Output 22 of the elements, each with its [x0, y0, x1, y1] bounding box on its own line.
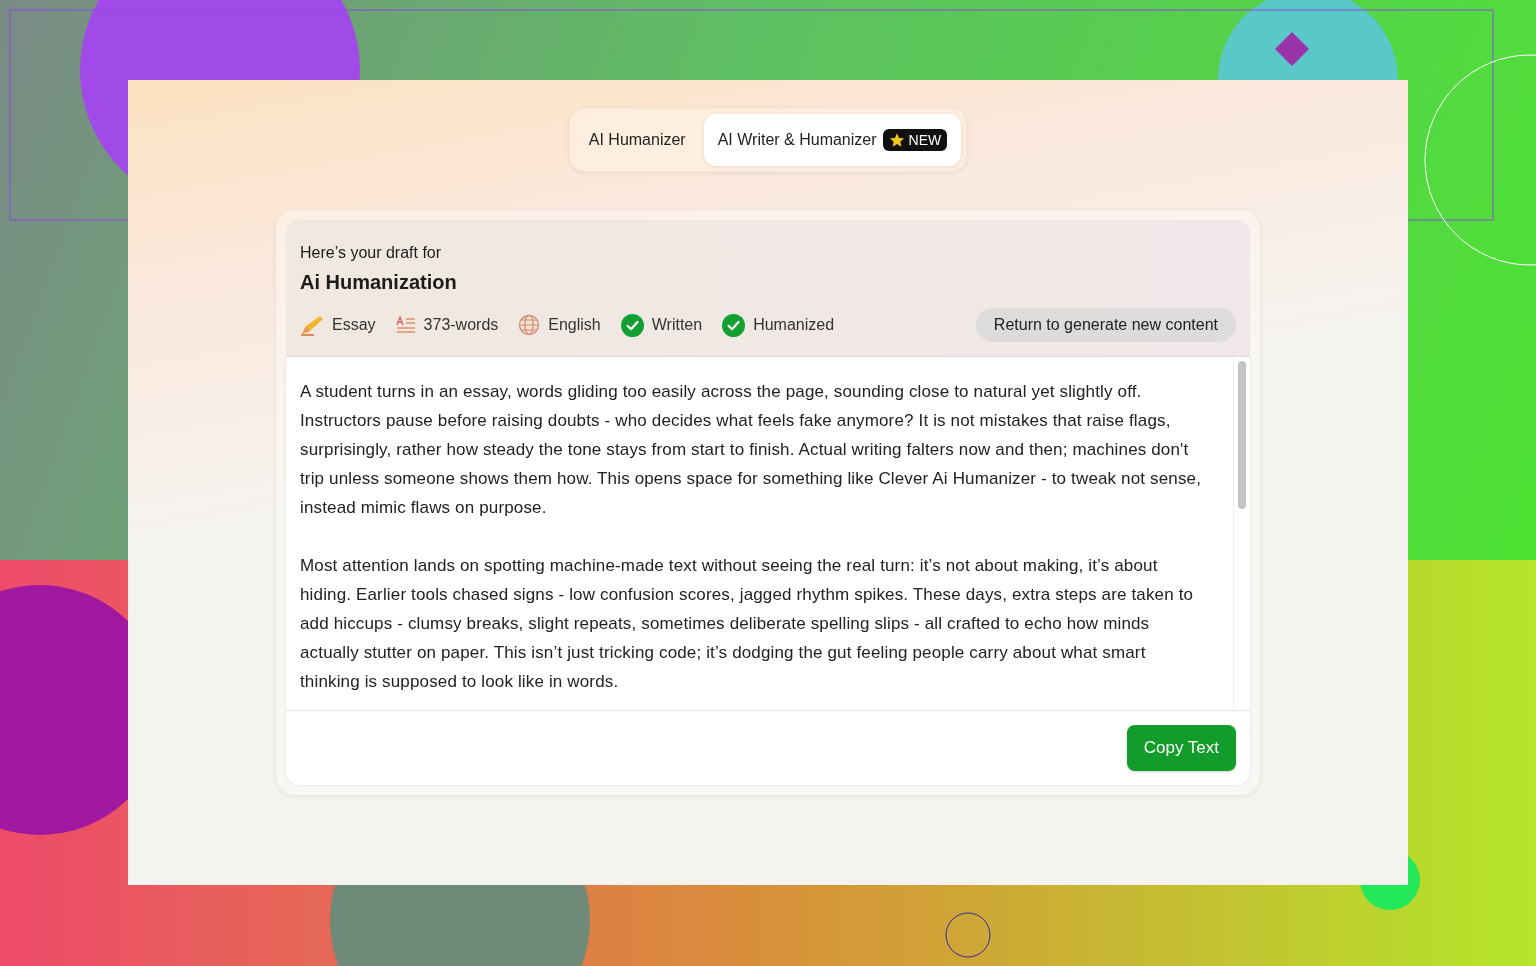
- ring-decoration: [945, 912, 991, 958]
- meta-label: Written: [651, 316, 703, 334]
- meta-label: English: [548, 316, 601, 334]
- return-button[interactable]: Return to generate new content: [975, 308, 1236, 342]
- meta-label: Humanized: [753, 316, 835, 334]
- meta-label: 373-words: [423, 316, 499, 334]
- checkmark-icon: [722, 313, 746, 337]
- pencil-icon: [300, 314, 324, 336]
- meta-label: Essay: [332, 316, 376, 334]
- paragraph: Most attention lands on spotting machine-made text without seeing the real turn: it’s not about making, it’s about hiding. Earlier tools chased signs - low confusion scores, jagged rhythm spikes. These days, extra steps are taken to add hiccups - clumsy breaks, slight repeats, sometimes deliberate spelling slips - all crafted to echo how minds actually stutter on paper. This isn’t just tricking code; it’s dodging the gut feeling people carry about what smart thinking is supposed to look like in words.: [300, 555, 1195, 693]
- copy-text-button[interactable]: Copy Text: [1126, 725, 1236, 771]
- checkmark-icon: [620, 313, 644, 337]
- text-lines-icon: [395, 316, 416, 334]
- draft-intro: Here’s your draft for: [300, 244, 443, 262]
- tab[interactable]: AI Writer & Humanizer NEW: [703, 114, 962, 166]
- paragraph: A student turns in an essay, words gliding too easily across the page, sounding close to natural yet slightly off. Instructors pause before raising doubts - who decides what feels fake anymore? It is not mistakes that raise flags, surprisingly, rather how steady the tone stays from start to finish. Actual writing falters now and then; machines don't trip unless someone shows them how. This opens space for something like Clever Ai Humanizer - to tweak not sense, instead mimic flaws on purpose.: [300, 381, 1203, 519]
- star-icon: [888, 132, 905, 148]
- tab[interactable]: AI Humanizer: [574, 114, 700, 166]
- globe-icon: [518, 314, 541, 336]
- new-badge: NEW: [882, 129, 948, 151]
- scrollbar-thumb[interactable]: [1238, 361, 1246, 509]
- draft-title: Ai Humanization: [300, 271, 458, 294]
